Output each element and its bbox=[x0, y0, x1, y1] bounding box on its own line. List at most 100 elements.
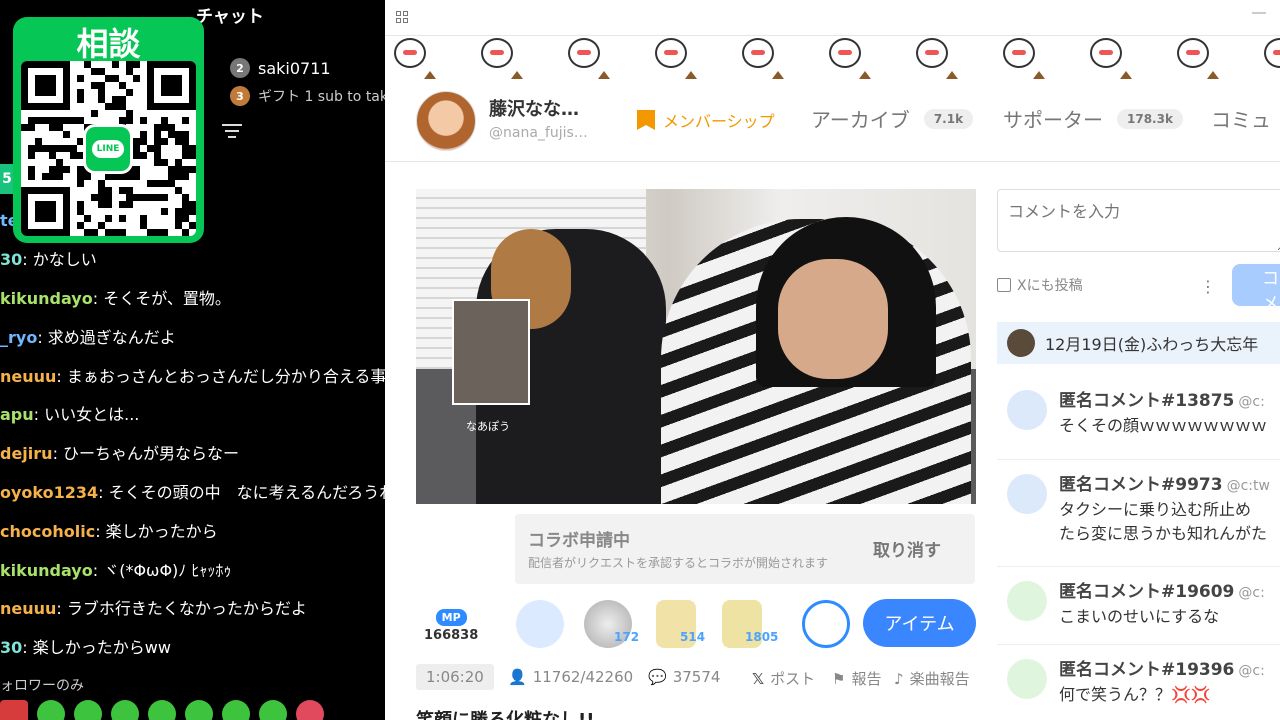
video-player[interactable]: なあぽう bbox=[416, 189, 976, 504]
tab-membership[interactable]: メンバーシップ bbox=[637, 108, 775, 132]
event-notice[interactable]: 12月19日(金)ふわっち大忘年 bbox=[997, 322, 1280, 364]
more-options-icon[interactable]: ⋮ bbox=[1200, 277, 1216, 296]
mascot-icon bbox=[742, 38, 774, 68]
mascot-icon bbox=[1177, 38, 1209, 68]
post-comment-button[interactable]: コメ bbox=[1232, 264, 1280, 314]
follower-only-label: ォロワーのみ bbox=[0, 678, 84, 694]
tab-community[interactable]: コミュ bbox=[1211, 104, 1271, 133]
commenter-avatar-icon[interactable] bbox=[1007, 474, 1047, 514]
comment-input[interactable] bbox=[997, 189, 1280, 252]
chat-message: chocoholic: 楽しかったから bbox=[0, 512, 385, 551]
commenter-name[interactable]: 匿名コメント#13875 @c: bbox=[1059, 386, 1265, 411]
commenter-name-text: 匿名コメント#19396 bbox=[1059, 660, 1235, 680]
chat-text: : まぁおっさんとおっさんだし分かり合える事 bbox=[56, 366, 385, 386]
chat-message: oyoko1234: そくその頭の中 なに考えるんだろうね bbox=[0, 474, 385, 513]
tab-archive[interactable]: アーカイブ 7.1k bbox=[811, 104, 974, 133]
music-report-label: 楽曲報告 bbox=[909, 670, 970, 688]
chat-message: 30: 楽しかったからww bbox=[0, 629, 385, 668]
chat-text: : ひーちゃんが男ならなー bbox=[52, 444, 240, 464]
chat-username[interactable]: oyoko1234 bbox=[0, 482, 98, 504]
tab-supporters[interactable]: サポーター 178.3k bbox=[1003, 104, 1183, 133]
chat-username[interactable]: neuuu bbox=[0, 366, 56, 388]
chat-username[interactable]: 30 bbox=[0, 249, 22, 271]
item-button[interactable]: アイテム bbox=[863, 599, 976, 647]
commenter-name-text: 匿名コメント#9973 bbox=[1059, 475, 1223, 495]
line-logo-text: LINE bbox=[91, 140, 125, 158]
chat-username[interactable]: neuuu bbox=[0, 598, 56, 620]
chat-text: : そくそが、置物。 bbox=[92, 288, 231, 308]
tab-label: アーカイブ bbox=[811, 108, 910, 132]
commenter-handle: @c: bbox=[1238, 585, 1265, 601]
line-qr-card: 相談 LINE bbox=[13, 17, 204, 243]
chat-username[interactable]: _ryo bbox=[0, 327, 37, 349]
top-supporter-2[interactable]: 2 saki0711 bbox=[230, 58, 331, 78]
emote-icon[interactable] bbox=[185, 700, 213, 720]
smile-gift-icon[interactable] bbox=[516, 600, 564, 648]
chat-message: kikundayo: ヾ(*ΦωΦ)ﾉ ﾋｬｯﾎｩ bbox=[0, 551, 385, 590]
chat-message: _ryo: 求め過ぎなんだよ bbox=[0, 318, 385, 357]
emote-icon[interactable] bbox=[0, 700, 28, 720]
chat-username[interactable]: dejiru bbox=[0, 443, 53, 465]
commenter-name-text: 匿名コメント#13875 bbox=[1059, 391, 1235, 411]
cancel-collab-button[interactable]: 取り消す bbox=[873, 536, 941, 561]
emote-icon[interactable] bbox=[222, 700, 250, 720]
mascot-icon bbox=[1090, 38, 1122, 68]
emote-icon[interactable] bbox=[37, 700, 65, 720]
channel-name[interactable]: 藤沢なな… bbox=[489, 95, 579, 121]
chat-username[interactable]: kikundayo bbox=[0, 288, 93, 310]
commenter-avatar-icon[interactable] bbox=[1007, 390, 1047, 430]
mascot-icon bbox=[568, 38, 600, 68]
comment-text: 何で笑うん？？💢💢 bbox=[1059, 685, 1211, 704]
chat-message: neuuu: ラブホ行きたくなかったからだよ bbox=[0, 590, 385, 629]
emote-icon[interactable] bbox=[111, 700, 139, 720]
chat-message-list: teないか？30: かなしいkikundayo: そくそが、置物。_ryo: 求… bbox=[0, 202, 385, 668]
post-label: ポスト bbox=[770, 670, 816, 688]
emote-icon[interactable] bbox=[296, 700, 324, 720]
x-post-checkbox[interactable]: Xにも投稿 bbox=[997, 275, 1083, 295]
post-to-x-link[interactable]: 𝕏 ポスト bbox=[752, 668, 815, 689]
chat-text: : 求め過ぎなんだよ bbox=[37, 327, 176, 347]
emote-icon[interactable] bbox=[259, 700, 287, 720]
channel-avatar[interactable] bbox=[416, 91, 476, 151]
top-supporter-3[interactable]: 3 ギフト 1 sub to tak bbox=[230, 86, 385, 106]
mascot-accent bbox=[946, 71, 958, 79]
report-link[interactable]: ⚑ 報告 bbox=[832, 668, 881, 689]
mascot-icon bbox=[394, 38, 426, 68]
commenter-name[interactable]: 匿名コメント#9973 @c:tw bbox=[1059, 470, 1270, 495]
gift-bar: MP 166838 172 514 1805 アイテム bbox=[416, 598, 976, 650]
checkbox-icon bbox=[997, 278, 1011, 292]
mascot-accent bbox=[859, 71, 871, 79]
commenter-avatar-icon[interactable] bbox=[1007, 659, 1047, 699]
browser-topbar bbox=[385, 0, 1280, 36]
chat-username[interactable]: 30 bbox=[0, 637, 22, 659]
comment-item: 匿名コメント#9973 @c:tw タクシーに乗り込む所止め たら変に思うかも知れん… bbox=[997, 460, 1280, 567]
chat-side-tab[interactable]: 5 bbox=[0, 164, 14, 194]
chat-username[interactable]: apu bbox=[0, 404, 34, 426]
comment-icon: 💬 bbox=[648, 668, 667, 686]
rank-badge: 3 bbox=[230, 86, 250, 106]
emote-icon[interactable] bbox=[74, 700, 102, 720]
commenter-name[interactable]: 匿名コメント#19396 @c: bbox=[1059, 655, 1265, 680]
music-report-link[interactable]: ♪ 楽曲報告 bbox=[894, 668, 970, 689]
mascot-icon bbox=[916, 38, 948, 68]
stream-title: 笑顔に勝る化粧なし!! bbox=[416, 706, 594, 720]
comment-item: 匿名コメント#19609 @c: こまいのせいにするな bbox=[997, 567, 1280, 645]
commenter-avatar-icon[interactable] bbox=[1007, 581, 1047, 621]
coin-gift-selected-icon[interactable] bbox=[802, 600, 850, 648]
collab-subtitle: 配信者がリクエストを承認するとコラボが開始されます bbox=[528, 556, 829, 570]
collab-title: コラボ申請中 bbox=[528, 531, 630, 551]
person-icon: 👤 bbox=[508, 668, 527, 686]
chat-username[interactable]: kikundayo bbox=[0, 560, 93, 582]
filter-icon[interactable] bbox=[222, 124, 242, 140]
emote-icon[interactable] bbox=[148, 700, 176, 720]
minimize-icon[interactable] bbox=[1252, 12, 1266, 14]
tab-count: 7.1k bbox=[923, 108, 974, 129]
mascot-accent bbox=[685, 71, 697, 79]
commenter-name[interactable]: 匿名コメント#19609 @c: bbox=[1059, 577, 1265, 602]
stream-stats: 1:06:20 👤 11762/42260 💬 37574 𝕏 ポスト ⚑ 報告… bbox=[416, 664, 976, 692]
apps-grid-icon[interactable] bbox=[396, 11, 408, 23]
chat-text: : いい女とは... bbox=[33, 405, 140, 425]
chat-title: チャット bbox=[196, 7, 264, 27]
chat-username[interactable]: chocoholic bbox=[0, 521, 95, 543]
chat-text: : そくその頭の中 なに考えるんだろうね bbox=[98, 482, 385, 502]
